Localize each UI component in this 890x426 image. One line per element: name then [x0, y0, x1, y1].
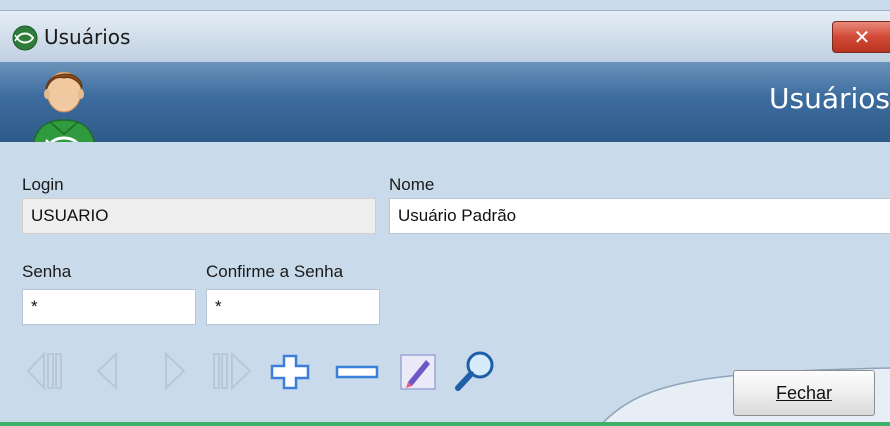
fechar-button[interactable]: Fechar — [733, 370, 875, 416]
edit-icon[interactable] — [398, 352, 438, 392]
header-shine — [0, 62, 890, 96]
confirme-senha-label: Confirme a Senha — [206, 262, 344, 281]
app-logo-icon — [12, 25, 38, 51]
last-record-icon[interactable] — [208, 350, 256, 392]
senha-label: Senha — [22, 262, 72, 281]
users-window: Usuários ✕ Usuários Login USUARIO Nome U… — [0, 0, 890, 426]
fechar-button-label: Fechar — [775, 383, 833, 403]
confirme-senha-field[interactable]: * — [206, 289, 380, 325]
login-label: Login — [22, 175, 64, 194]
first-record-icon[interactable] — [24, 350, 72, 392]
senha-field[interactable]: * — [22, 289, 196, 325]
next-record-icon[interactable] — [160, 350, 190, 392]
remove-icon[interactable] — [334, 362, 380, 384]
add-icon[interactable] — [268, 352, 312, 392]
window-title: Usuários — [44, 25, 131, 49]
nome-field[interactable]: Usuário Padrão — [389, 198, 890, 234]
search-icon[interactable] — [452, 348, 498, 394]
close-window-button[interactable]: ✕ — [832, 21, 890, 53]
page-title: Usuários — [769, 82, 890, 115]
close-icon: ✕ — [853, 25, 871, 49]
previous-record-icon[interactable] — [92, 350, 122, 392]
login-field[interactable]: USUARIO — [22, 198, 376, 234]
title-bar[interactable]: Usuários ✕ — [0, 10, 890, 63]
nome-label: Nome — [389, 175, 435, 194]
